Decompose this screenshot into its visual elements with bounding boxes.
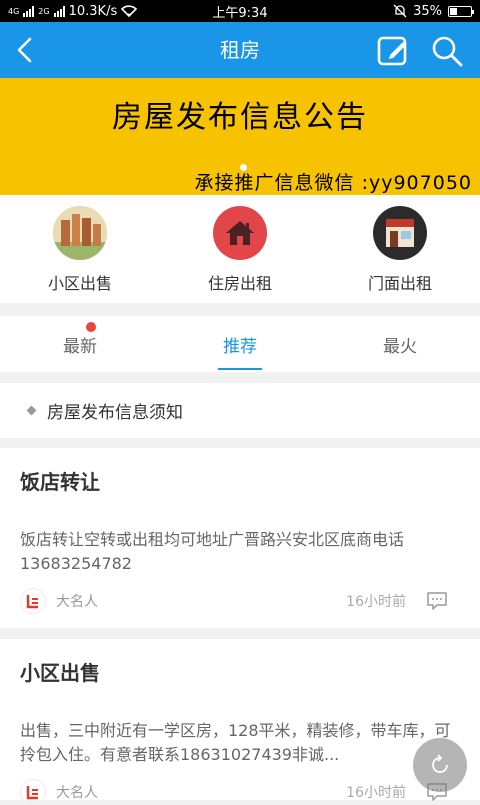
notice-row[interactable]: 房屋发布信息须知 xyxy=(0,383,480,438)
network-4g-label: 4G xyxy=(8,6,20,16)
post-body: 饭店转让空转或出租均可地址广晋路兴安北区底商电话 13683254782 xyxy=(20,530,405,573)
signal-icon xyxy=(23,5,35,17)
active-tab-indicator xyxy=(218,368,262,370)
edit-icon[interactable] xyxy=(376,34,410,68)
status-bar: 4G 2G 10.3K/s 上午9:34 35% xyxy=(0,0,480,22)
category-community-sale[interactable]: 小区出售 xyxy=(0,195,160,303)
author-logo-icon xyxy=(20,779,46,805)
status-left: 4G 2G 10.3K/s xyxy=(8,3,138,19)
post-time: 16小时前 xyxy=(346,594,406,610)
author-logo-icon xyxy=(20,588,46,614)
post-time: 16小时前 xyxy=(346,785,406,801)
post-title: 小区出售 xyxy=(20,661,100,685)
post-meta: 大名人 16小时前 xyxy=(20,588,448,614)
post-author: 大名人 xyxy=(56,785,98,801)
storefront-icon xyxy=(373,206,427,260)
banner-subline: 承接推广信息微信 :yy907050 xyxy=(194,172,472,194)
feed-tabs: 最新 推荐 最火 xyxy=(0,316,480,372)
top-navbar: 租房 xyxy=(0,22,480,78)
comment-icon[interactable] xyxy=(426,591,448,611)
category-house-rent[interactable]: 住房出租 xyxy=(160,195,320,303)
tab-label: 最火 xyxy=(383,336,417,357)
status-right: 35% xyxy=(393,3,474,19)
post-title: 饭店转让 xyxy=(20,470,100,494)
tab-label: 推荐 xyxy=(223,336,257,357)
search-icon[interactable] xyxy=(430,34,464,68)
tab-recommended[interactable]: 推荐 xyxy=(160,316,320,372)
tab-label: 最新 xyxy=(63,336,97,357)
post-meta: 大名人 16小时前 xyxy=(20,779,448,805)
category-label: 小区出售 xyxy=(47,274,112,293)
refresh-icon xyxy=(432,754,448,773)
category-storefront-rent[interactable]: 门面出租 xyxy=(320,195,480,303)
post-body: 出售，三中附近有一学区房，128平米，精装修，带车库，可拎包入住。有意者联系18… xyxy=(20,721,451,764)
signal-icon-2 xyxy=(53,5,65,17)
house-icon xyxy=(213,206,267,260)
post-card[interactable]: 小区出售 出售，三中附近有一学区房，128平米，精装修，带车库，可拎包入住。有意… xyxy=(0,639,480,805)
tab-latest[interactable]: 最新 xyxy=(0,316,160,372)
diamond-bullet-icon xyxy=(26,405,37,416)
banner-headline: 房屋发布信息公告 xyxy=(112,100,368,135)
mute-bell-icon xyxy=(393,4,407,18)
network-speed: 10.3K/s xyxy=(68,3,118,19)
post-card[interactable]: 饭店转让 饭店转让空转或出租均可地址广晋路兴安北区底商电话 1368325478… xyxy=(0,448,480,628)
category-label: 门面出租 xyxy=(367,274,432,293)
notice-text: 房屋发布信息须知 xyxy=(47,403,183,423)
post-author: 大名人 xyxy=(56,594,98,610)
battery-fill xyxy=(450,7,457,15)
apartment-photo-icon xyxy=(53,206,107,260)
category-label: 住房出租 xyxy=(207,274,272,293)
wifi-icon xyxy=(121,5,138,17)
category-row: 小区出售 住房出租 门面出租 xyxy=(0,195,480,303)
network-2g-label: 2G xyxy=(38,6,50,16)
battery-percent: 35% xyxy=(413,3,442,19)
new-badge-dot xyxy=(86,322,96,332)
refresh-fab-button[interactable] xyxy=(413,738,467,792)
tab-hottest[interactable]: 最火 xyxy=(320,316,480,372)
battery-icon xyxy=(448,5,474,17)
promo-banner[interactable]: 房屋发布信息公告 承接推广信息微信 :yy907050 xyxy=(0,78,480,195)
